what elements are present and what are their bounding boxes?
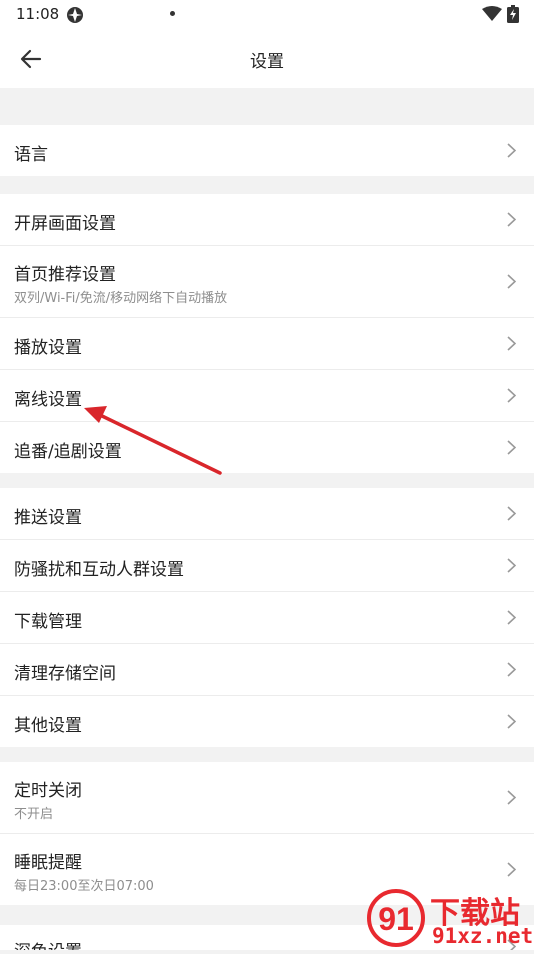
settings-row-playback[interactable]: 播放设置 xyxy=(0,318,534,370)
settings-group-playback: 开屏画面设置 首页推荐设置 双列/Wi-Fi/免流/移动网络下自动播放 播放设置… xyxy=(0,194,534,473)
settings-row-language[interactable]: 语言 xyxy=(0,125,534,176)
notification-dot-icon xyxy=(170,11,175,16)
chevron-right-icon xyxy=(507,558,516,573)
page-title: 设置 xyxy=(250,52,284,72)
settings-row-push[interactable]: 推送设置 xyxy=(0,488,534,540)
row-label: 语言 xyxy=(14,145,48,165)
settings-group-language: 语言 xyxy=(0,125,534,176)
watermark-logo-text: 91 xyxy=(378,901,414,937)
chevron-right-icon xyxy=(507,274,516,289)
row-label: 清理存储空间 xyxy=(14,664,116,684)
chevron-right-icon xyxy=(507,212,516,227)
row-label: 离线设置 xyxy=(14,390,82,410)
chevron-right-icon xyxy=(507,662,516,677)
settings-row-timed-close[interactable]: 定时关闭 不开启 xyxy=(0,762,534,834)
settings-group-general: 推送设置 防骚扰和互动人群设置 下载管理 清理存储空间 其他设置 xyxy=(0,488,534,747)
settings-row-anti-harassment[interactable]: 防骚扰和互动人群设置 xyxy=(0,540,534,592)
settings-row-follow-series[interactable]: 追番/追剧设置 xyxy=(0,422,534,473)
settings-row-offline[interactable]: 离线设置 xyxy=(0,370,534,422)
row-label: 睡眠提醒 xyxy=(14,853,82,873)
chevron-right-icon xyxy=(507,506,516,521)
settings-row-splash-screen[interactable]: 开屏画面设置 xyxy=(0,194,534,246)
settings-row-other[interactable]: 其他设置 xyxy=(0,696,534,747)
chevron-right-icon xyxy=(507,336,516,351)
chevron-right-icon xyxy=(507,610,516,625)
row-label: 深色设置 xyxy=(14,937,82,950)
row-label: 播放设置 xyxy=(14,338,82,358)
row-subtitle: 不开启 xyxy=(14,807,54,822)
notification-app-icon xyxy=(67,7,83,23)
row-label: 推送设置 xyxy=(14,508,82,528)
chevron-right-icon xyxy=(507,440,516,455)
row-label: 下载管理 xyxy=(14,612,82,632)
settings-row-download-manager[interactable]: 下载管理 xyxy=(0,592,534,644)
row-label: 其他设置 xyxy=(14,716,82,736)
row-subtitle: 每日23:00至次日07:00 xyxy=(14,879,154,894)
row-subtitle: 双列/Wi-Fi/免流/移动网络下自动播放 xyxy=(14,291,228,306)
row-label: 追番/追剧设置 xyxy=(14,442,122,462)
chevron-right-icon xyxy=(507,388,516,403)
chevron-right-icon xyxy=(507,714,516,729)
row-label: 开屏画面设置 xyxy=(14,214,116,234)
watermark: 91 下载站 91xz.net xyxy=(364,888,534,950)
status-bar: 11:08 xyxy=(0,0,534,30)
chevron-right-icon xyxy=(507,862,516,877)
settings-row-clear-storage[interactable]: 清理存储空间 xyxy=(0,644,534,696)
settings-row-home-recommend[interactable]: 首页推荐设置 双列/Wi-Fi/免流/移动网络下自动播放 xyxy=(0,246,534,318)
row-label: 首页推荐设置 xyxy=(14,265,116,285)
chevron-right-icon xyxy=(507,143,516,158)
chevron-right-icon xyxy=(507,790,516,805)
row-label: 定时关闭 xyxy=(14,781,82,801)
app-bar: 设置 xyxy=(0,30,534,88)
status-time: 11:08 xyxy=(16,5,60,23)
settings-group-timer: 定时关闭 不开启 睡眠提醒 每日23:00至次日07:00 xyxy=(0,762,534,905)
wifi-icon xyxy=(482,6,502,21)
watermark-site: 91xz.net xyxy=(432,924,534,948)
battery-charging-icon xyxy=(507,5,519,23)
row-label: 防骚扰和互动人群设置 xyxy=(14,560,184,580)
